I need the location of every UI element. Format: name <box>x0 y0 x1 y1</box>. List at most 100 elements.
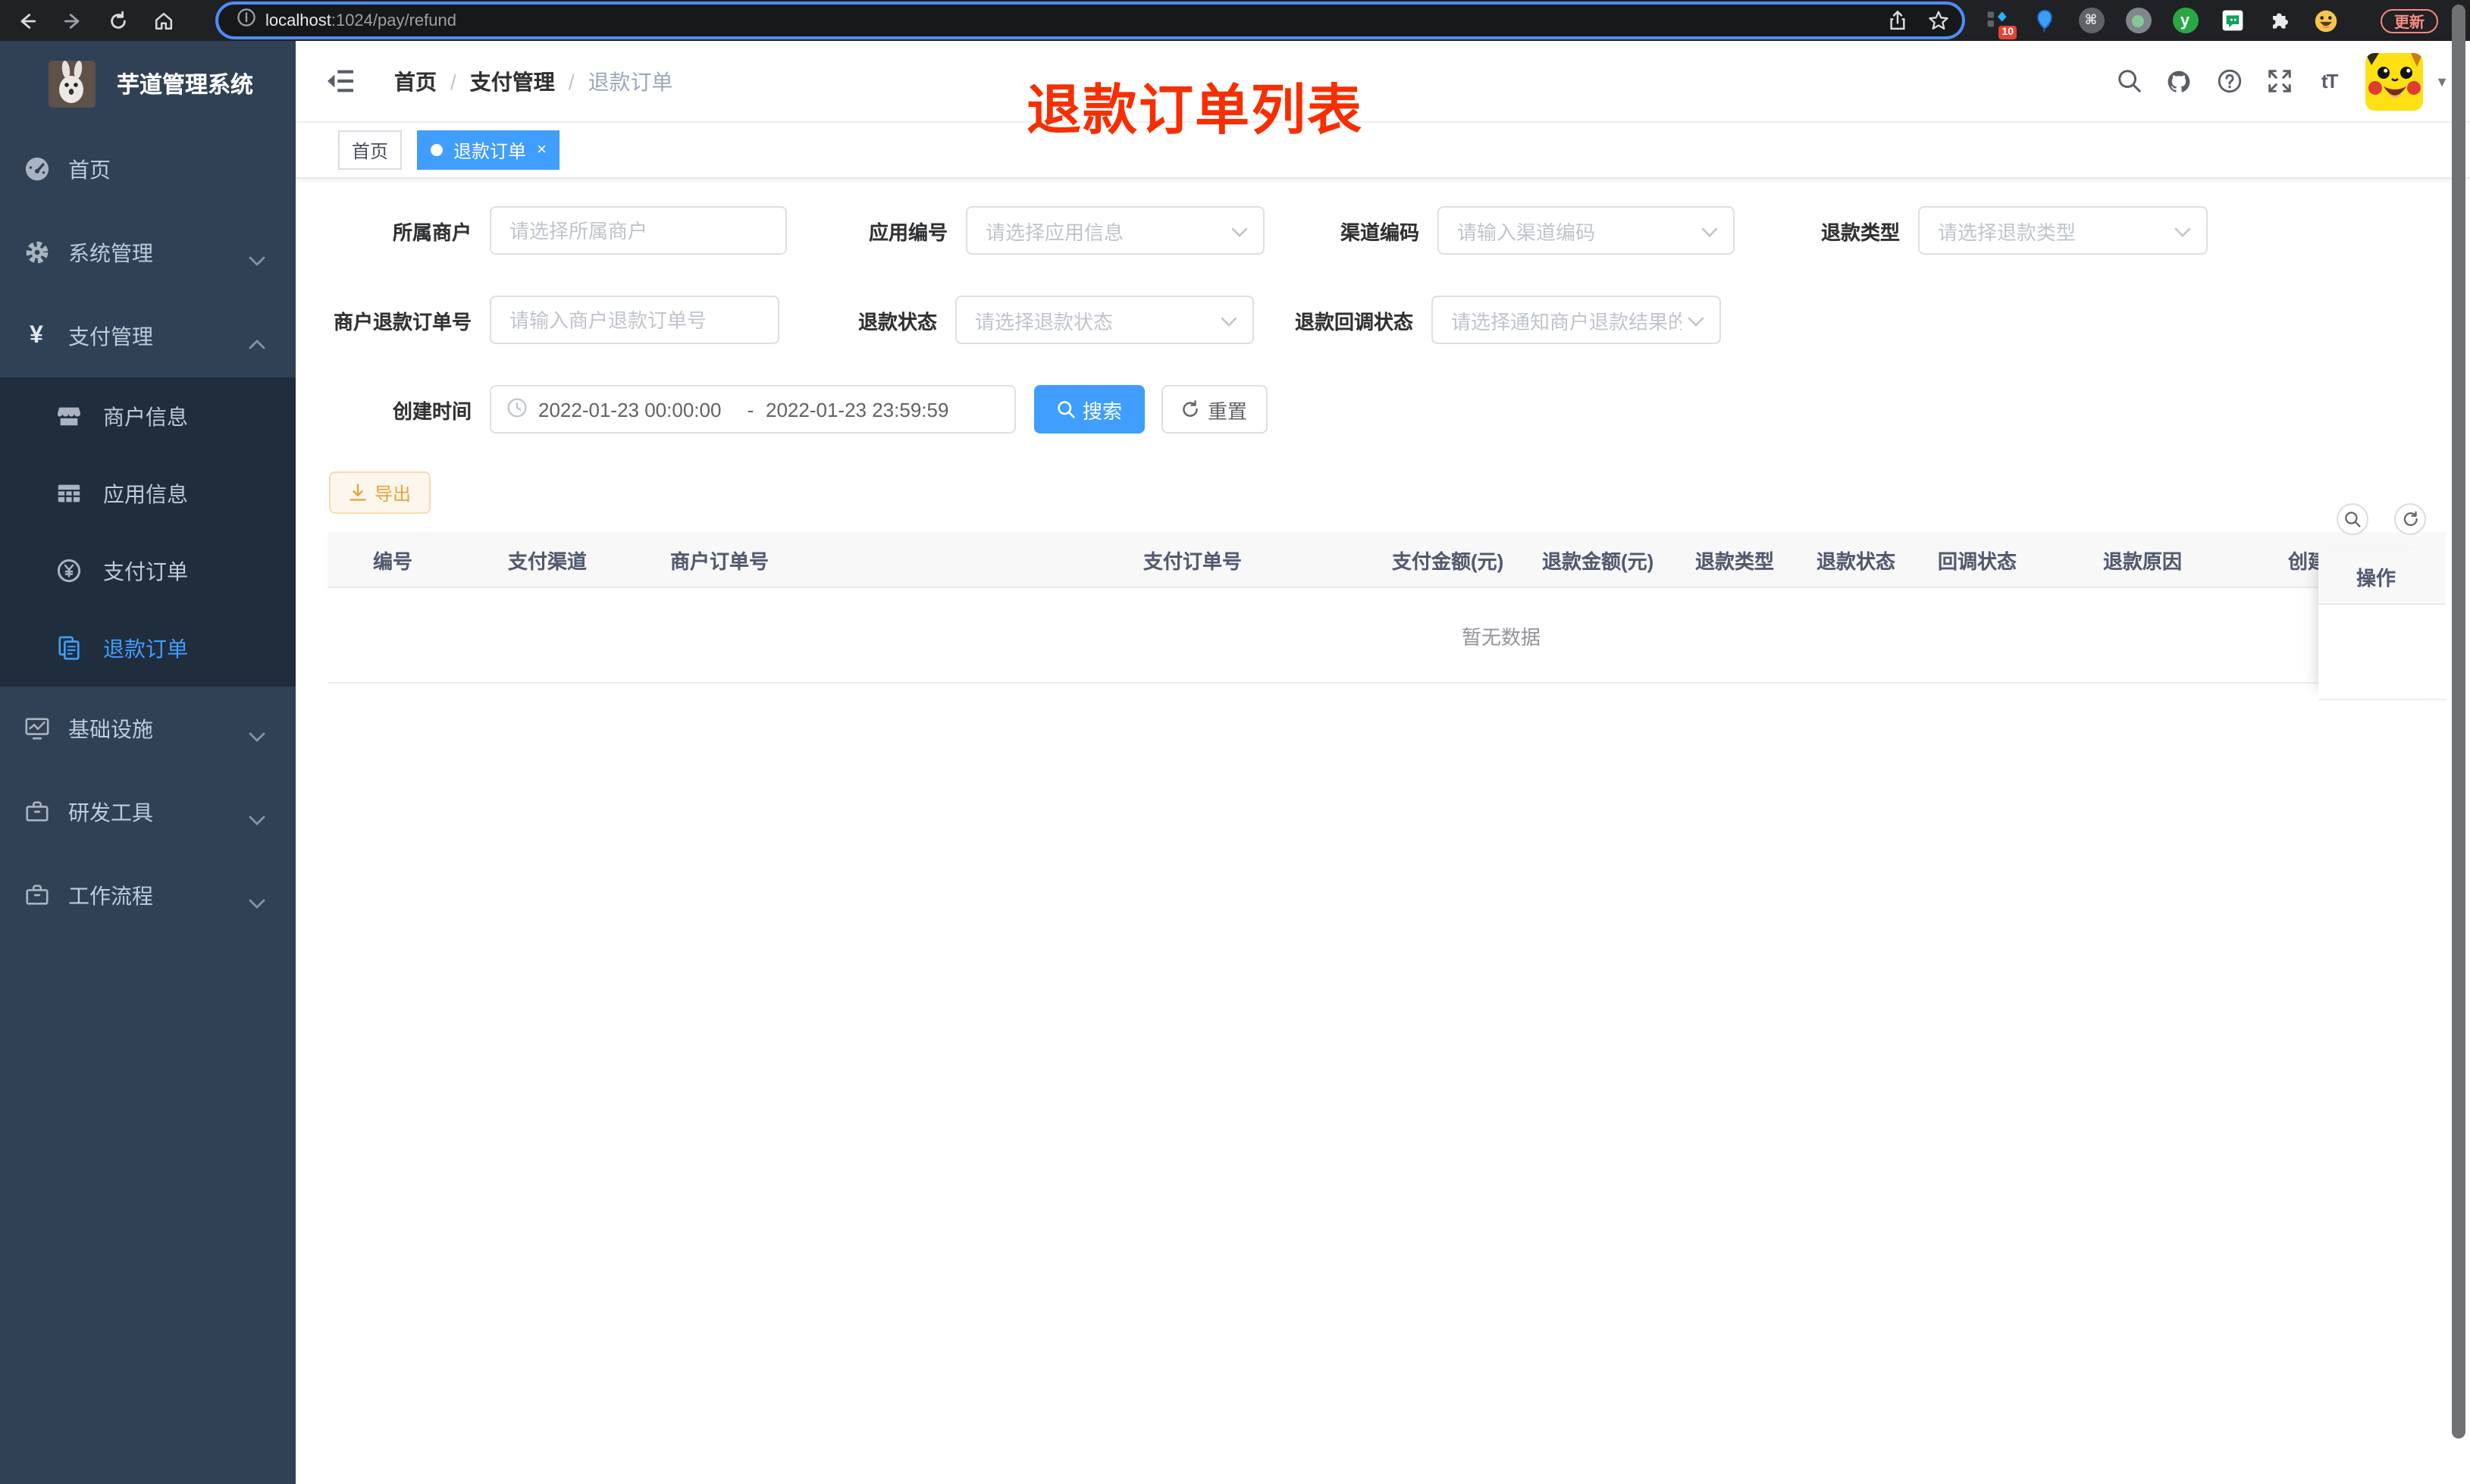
extension-tabs-icon[interactable]: 10 <box>1983 7 2017 39</box>
user-avatar[interactable] <box>2365 52 2424 110</box>
app-no-select[interactable]: 请选择应用信息 <box>966 206 1265 255</box>
sidebar-item-label: 退款订单 <box>103 636 188 660</box>
sidebar-item-label: 基础设施 <box>68 716 153 740</box>
extension-balloon-icon[interactable] <box>2030 7 2058 34</box>
sidebar-item-merchant-info[interactable]: 商户信息 <box>0 377 296 455</box>
sidebar-item-label: 商户信息 <box>103 404 188 428</box>
merchant-input[interactable] <box>490 206 787 255</box>
breadcrumb-separator: / <box>450 69 456 93</box>
search-icon[interactable] <box>2115 67 2142 95</box>
tab-home[interactable]: 首页 <box>338 130 403 170</box>
sidebar-item-payment[interactable]: ¥ 支付管理 <box>0 294 296 377</box>
extension-puzzle-icon[interactable] <box>2265 7 2293 34</box>
sidebar-item-pay-order[interactable]: 支付订单 <box>0 532 296 609</box>
sidebar-item-label: 研发工具 <box>68 800 153 824</box>
browser-toolbar: localhost:1024/pay/refund 10 ⌘ y 更新 <box>0 0 2470 41</box>
breadcrumb-home[interactable]: 首页 <box>394 66 437 96</box>
shop-icon <box>55 403 82 429</box>
help-icon[interactable] <box>2215 67 2243 95</box>
tab-refund-order[interactable]: 退款订单 × <box>417 130 560 170</box>
sidebar-fold-icon[interactable] <box>326 68 355 94</box>
extension-command-icon[interactable]: ⌘ <box>2077 7 2105 34</box>
reset-button-label: 重置 <box>1207 399 1247 422</box>
url-path: :1024/pay/refund <box>331 11 456 30</box>
url-text[interactable]: localhost:1024/pay/refund <box>265 11 1868 30</box>
browser-reload-button[interactable] <box>106 8 130 33</box>
refresh-table-button[interactable] <box>2394 503 2426 535</box>
reset-button[interactable]: 重置 <box>1161 385 1268 434</box>
table-header-refund-status: 退款状态 <box>1816 549 1896 572</box>
page-title-annotation: 退款订单列表 <box>1027 79 1364 141</box>
close-icon[interactable]: × <box>537 141 547 158</box>
extension-chat-icon[interactable] <box>2218 7 2246 34</box>
sidebar: 芋道管理系统 首页 系统管理 ¥ 支付管理 商户信息 应用信息 支付订单 退款订… <box>0 41 296 1484</box>
sidebar-item-system[interactable]: 系统管理 <box>0 211 296 294</box>
export-button[interactable]: 导出 <box>329 471 431 514</box>
sidebar-item-home[interactable]: 首页 <box>0 127 296 211</box>
browser-back-button[interactable] <box>15 8 39 33</box>
refund-status-label: 退款状态 <box>857 310 937 333</box>
extension-badge: 10 <box>1998 25 2017 39</box>
refund-status-select[interactable]: 请选择退款状态 <box>955 296 1254 344</box>
date-range-separator: - <box>747 398 754 421</box>
chevron-down-icon <box>1701 219 1718 242</box>
browser-home-button[interactable] <box>152 8 176 33</box>
date-end-value: 2022-01-23 23:59:59 <box>766 398 949 421</box>
breadcrumb: 首页 / 支付管理 / 退款订单 <box>394 66 673 96</box>
table-header-refund-type: 退款类型 <box>1695 549 1775 572</box>
grid-icon <box>55 481 82 506</box>
address-bar[interactable]: localhost:1024/pay/refund <box>218 5 1962 36</box>
share-icon[interactable] <box>1886 9 1909 32</box>
fixed-operation-column: 操作 <box>2318 549 2446 700</box>
tab-label: 首页 <box>352 140 389 161</box>
page-scrollbar[interactable] <box>2452 5 2465 1439</box>
chevron-down-icon <box>2174 219 2191 242</box>
monitor-chart-icon <box>23 715 50 741</box>
browser-forward-button[interactable] <box>61 8 85 33</box>
table-header-operation: 操作 <box>2318 549 2446 605</box>
callback-status-select[interactable]: 请选择通知商户退款结果的 <box>1431 296 1721 344</box>
dashboard-icon <box>23 156 50 182</box>
table-header-merchant-order-no: 商户订单号 <box>670 549 770 572</box>
sidebar-item-app-info[interactable]: 应用信息 <box>0 455 296 532</box>
sidebar-item-dev-tools[interactable]: 研发工具 <box>0 770 296 853</box>
chrome-update-button[interactable]: 更新 <box>2381 8 2438 33</box>
empty-data-text: 暂无数据 <box>1461 626 1541 649</box>
bookmark-star-icon[interactable] <box>1927 9 1950 32</box>
breadcrumb-payment[interactable]: 支付管理 <box>470 66 555 96</box>
toggle-search-button[interactable] <box>2337 503 2368 535</box>
channel-label: 渠道编码 <box>1340 221 1419 243</box>
merchant-refund-no-input[interactable] <box>490 296 779 344</box>
search-button[interactable]: 搜索 <box>1034 385 1145 434</box>
sidebar-item-label: 系统管理 <box>68 240 153 265</box>
main-area: 首页 / 支付管理 / 退款订单 退款订单列表 tT ▼ 首页 退款订单 × 所… <box>296 41 2470 1484</box>
toolbox-icon <box>23 799 50 825</box>
sidebar-item-infra[interactable]: 基础设施 <box>0 687 296 770</box>
extension-emoji-icon[interactable] <box>2312 7 2340 34</box>
sidebar-item-label: 首页 <box>68 157 111 181</box>
github-icon[interactable] <box>2165 67 2193 95</box>
avatar-caret-icon[interactable]: ▼ <box>2435 74 2449 89</box>
site-info-icon[interactable] <box>237 7 256 34</box>
sidebar-item-refund-order[interactable]: 退款订单 <box>0 609 296 687</box>
table-header-refund-amount: 退款金额(元) <box>1542 549 1654 572</box>
table-header-pay-order-no: 支付订单号 <box>1143 549 1243 572</box>
table-header-pay-amount: 支付金额(元) <box>1392 549 1504 572</box>
refund-type-label: 退款类型 <box>1820 221 1900 243</box>
sidebar-item-workflow[interactable]: 工作流程 <box>0 853 296 937</box>
active-tab-dot <box>431 144 444 156</box>
table-header-row: 编号 支付渠道 商户订单号 支付订单号 支付金额(元) 退款金额(元) 退款类型… <box>328 532 2446 588</box>
channel-select[interactable]: 请输入渠道编码 <box>1437 206 1735 255</box>
refund-type-select[interactable]: 请选择退款类型 <box>1918 206 2208 255</box>
font-size-icon[interactable]: tT <box>2315 67 2343 95</box>
date-start-value: 2022-01-23 00:00:00 <box>538 398 722 421</box>
create-time-range-picker[interactable]: 2022-01-23 00:00:00 - 2022-01-23 23:59:5… <box>490 385 1016 434</box>
sidebar-item-label: 工作流程 <box>68 883 153 907</box>
toolbar-row: 导出 <box>296 471 2470 514</box>
table-body: 暂无数据 <box>328 588 2446 684</box>
extension-y-icon[interactable]: y <box>2171 7 2199 34</box>
extension-recorder-icon[interactable] <box>2124 7 2152 34</box>
search-button-label: 搜索 <box>1082 399 1122 422</box>
fullscreen-icon[interactable] <box>2265 67 2293 95</box>
app-title: 芋道管理系统 <box>117 73 254 99</box>
